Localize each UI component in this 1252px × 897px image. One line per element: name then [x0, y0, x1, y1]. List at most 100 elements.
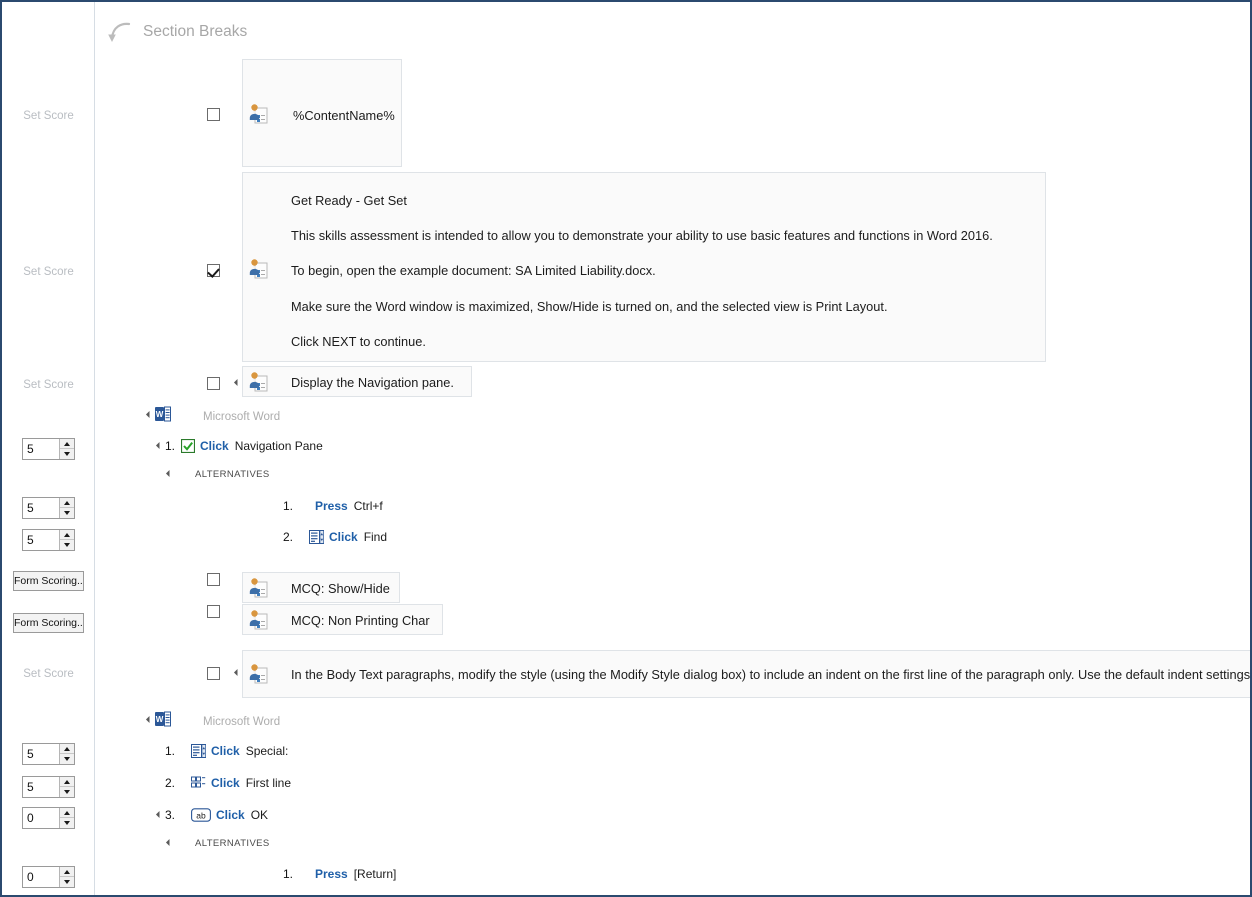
step-number: 1.	[283, 867, 294, 881]
stepper-up-icon[interactable]	[60, 777, 74, 787]
score-stepper[interactable]: 5	[22, 743, 75, 765]
alternatives-label: ALTERNATIVES	[195, 838, 270, 849]
scoring-sidebar: Set Score Set Score Set Score Set Score …	[2, 2, 95, 895]
card-label-content-name: %ContentName%	[293, 108, 395, 123]
card-mcq-show-hide[interactable]: MCQ: Show/Hide	[242, 572, 400, 603]
stepper-buttons[interactable]	[59, 808, 74, 828]
step-number: 1.	[165, 744, 176, 758]
expander-triangle-icon[interactable]	[145, 715, 154, 724]
card-get-ready[interactable]: Get Ready - Get Set This skills assessme…	[242, 172, 1046, 362]
get-ready-line: To begin, open the example document: SA …	[291, 263, 656, 278]
form-scoring-button[interactable]: Form Scoring...	[13, 613, 84, 633]
score-value[interactable]: 5	[23, 498, 59, 518]
expander-triangle-icon[interactable]	[155, 810, 164, 819]
score-value[interactable]: 5	[23, 777, 59, 797]
card-mcq-non-printing[interactable]: MCQ: Non Printing Char	[242, 604, 443, 635]
alternatives-label: ALTERNATIVES	[195, 469, 270, 480]
person-document-icon	[248, 258, 270, 280]
card-label-body-text-indent: In the Body Text paragraphs, modify the …	[291, 667, 1250, 682]
back-arrow-icon[interactable]	[103, 18, 133, 46]
svg-text:W: W	[156, 410, 164, 419]
word-icon: W	[155, 711, 171, 732]
step-number: 3.	[165, 808, 176, 822]
stepper-up-icon[interactable]	[60, 744, 74, 754]
score-stepper[interactable]: 5	[22, 438, 75, 460]
word-icon: W	[155, 406, 171, 427]
stepper-up-icon[interactable]	[60, 498, 74, 508]
item-checkbox-body-text-indent[interactable]	[207, 667, 220, 680]
set-score-label: Set Score	[23, 110, 74, 122]
stepper-down-icon[interactable]	[60, 818, 74, 828]
stepper-buttons[interactable]	[59, 498, 74, 518]
item-checkbox-content-name[interactable]	[207, 108, 220, 121]
step-argument: First line	[245, 776, 292, 790]
step-number: 2.	[283, 530, 294, 544]
score-value[interactable]: 5	[23, 530, 59, 550]
app-label: Microsoft Word	[203, 715, 281, 728]
form-scoring-button[interactable]: Form Scoring...	[13, 571, 84, 591]
score-stepper[interactable]: 5	[22, 497, 75, 519]
person-document-icon	[248, 371, 270, 393]
step-row[interactable]: 2. Click First line	[165, 776, 291, 790]
stepper-up-icon[interactable]	[60, 439, 74, 449]
step-verb: Click	[211, 744, 240, 758]
stepper-down-icon[interactable]	[60, 508, 74, 518]
step-argument: [Return]	[353, 867, 397, 881]
stepper-down-icon[interactable]	[60, 754, 74, 764]
app-label: Microsoft Word	[203, 410, 281, 423]
card-content-name[interactable]: %ContentName%	[242, 59, 402, 167]
step-row[interactable]: 1. Click Special:	[165, 744, 288, 758]
score-stepper[interactable]: 0	[22, 866, 75, 888]
checkbox-control-icon	[181, 439, 195, 453]
score-value[interactable]: 5	[23, 744, 59, 764]
step-verb: Click	[216, 808, 245, 822]
card-navigation-pane[interactable]: Display the Navigation pane.	[242, 366, 472, 397]
score-value[interactable]: 5	[23, 439, 59, 459]
set-score-label: Set Score	[23, 379, 74, 391]
stepper-buttons[interactable]	[59, 777, 74, 797]
person-document-icon	[248, 609, 270, 631]
alternative-row[interactable]: 1. Press [Return]	[283, 867, 396, 881]
score-value[interactable]: 0	[23, 808, 59, 828]
step-row[interactable]: 1. Click Navigation Pane	[165, 439, 323, 453]
set-score-label: Set Score	[23, 668, 74, 680]
stepper-buttons[interactable]	[59, 439, 74, 459]
card-label-navigation-pane: Display the Navigation pane.	[291, 375, 454, 390]
step-row[interactable]: 3. ab Click OK	[165, 808, 268, 822]
expander-triangle-icon[interactable]	[165, 838, 174, 847]
score-stepper[interactable]: 0	[22, 807, 75, 829]
item-checkbox-mcq-show-hide[interactable]	[207, 573, 220, 586]
stepper-down-icon[interactable]	[60, 787, 74, 797]
stepper-down-icon[interactable]	[60, 877, 74, 887]
listbox-control-icon	[191, 744, 206, 758]
stepper-buttons[interactable]	[59, 867, 74, 887]
stepper-buttons[interactable]	[59, 744, 74, 764]
alternative-row[interactable]: 1. Press Ctrl+f	[283, 499, 383, 513]
app-node-microsoft-word[interactable]: W Microsoft Word	[155, 711, 280, 732]
score-stepper[interactable]: 5	[22, 776, 75, 798]
expander-triangle-icon[interactable]	[155, 441, 164, 450]
score-value[interactable]: 0	[23, 867, 59, 887]
alternative-row[interactable]: 2. Click Find	[283, 530, 387, 544]
step-argument: Find	[363, 530, 388, 544]
expander-triangle-icon[interactable]	[233, 668, 242, 677]
stepper-up-icon[interactable]	[60, 867, 74, 877]
stepper-down-icon[interactable]	[60, 540, 74, 550]
item-checkbox-get-ready[interactable]	[207, 264, 220, 277]
expander-triangle-icon[interactable]	[145, 410, 154, 419]
expander-triangle-icon[interactable]	[165, 469, 174, 478]
item-checkbox-mcq-non-printing[interactable]	[207, 605, 220, 618]
expander-triangle-icon[interactable]	[233, 378, 242, 387]
stepper-down-icon[interactable]	[60, 449, 74, 459]
app-node-microsoft-word[interactable]: W Microsoft Word	[155, 406, 280, 427]
item-checkbox-navigation-pane[interactable]	[207, 377, 220, 390]
score-stepper[interactable]: 5	[22, 529, 75, 551]
card-body-text-indent[interactable]: In the Body Text paragraphs, modify the …	[242, 650, 1250, 698]
person-document-icon	[248, 103, 270, 125]
step-argument: OK	[250, 808, 269, 822]
step-argument: Special:	[245, 744, 289, 758]
stepper-buttons[interactable]	[59, 530, 74, 550]
stepper-up-icon[interactable]	[60, 808, 74, 818]
stepper-up-icon[interactable]	[60, 530, 74, 540]
card-label-mcq-show-hide: MCQ: Show/Hide	[291, 581, 390, 596]
